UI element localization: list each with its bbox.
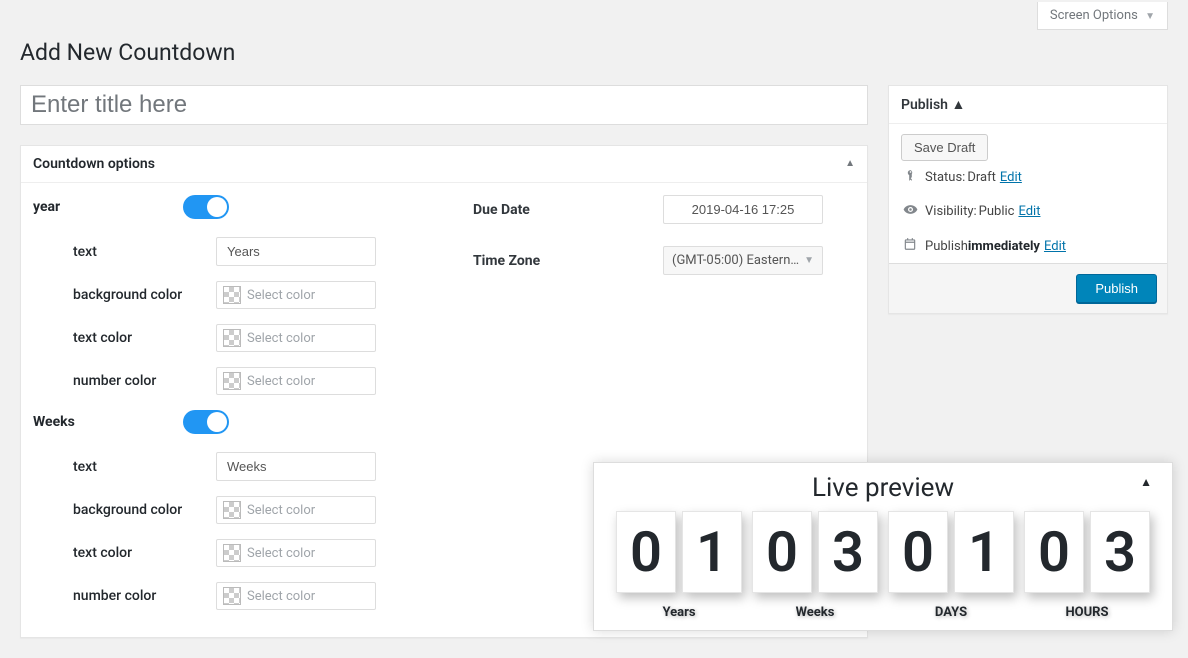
digit-card: 0 — [752, 511, 812, 593]
year-number-color-picker[interactable]: Select color — [216, 367, 376, 395]
checker-icon — [223, 286, 241, 304]
live-preview-panel: Live preview ▲ 0 1 Years 0 3 Weeks 0 1 D… — [593, 462, 1173, 631]
key-icon — [901, 169, 919, 186]
checker-icon — [223, 501, 241, 519]
weeks-nc-label: number color — [73, 588, 216, 604]
chevron-down-icon: ▼ — [804, 255, 814, 266]
page-title: Add New Countdown — [20, 30, 1168, 70]
timezone-value: (GMT-05:00) Eastern ... — [672, 253, 799, 268]
status-value: Draft — [967, 170, 996, 185]
visibility-prefix: Visibility: — [925, 204, 977, 219]
publish-panel-title: Publish — [901, 97, 948, 113]
digit-card: 1 — [682, 511, 742, 593]
checker-icon — [223, 372, 241, 390]
live-preview-title: Live preview — [812, 473, 954, 503]
placeholder-text: Select color — [247, 546, 315, 561]
save-draft-button[interactable]: Save Draft — [901, 134, 988, 161]
panel-header[interactable]: Countdown options ▲ — [21, 146, 867, 183]
digit-card: 0 — [888, 511, 948, 593]
calendar-icon — [901, 237, 919, 255]
weeks-bg-label: background color — [73, 502, 216, 518]
year-tc-label: text color — [73, 330, 216, 346]
digit-card: 3 — [818, 511, 878, 593]
chevron-up-icon: ▲ — [951, 97, 965, 113]
placeholder-text: Select color — [247, 288, 315, 303]
due-date-input[interactable] — [663, 195, 823, 224]
placeholder-text: Select color — [247, 374, 315, 389]
screen-options-tab[interactable]: Screen Options ▼ — [1037, 2, 1168, 30]
digit-card: 1 — [954, 511, 1014, 593]
year-bg-color-picker[interactable]: Select color — [216, 281, 376, 309]
group-label: HOURS — [1065, 605, 1108, 620]
edit-schedule-link[interactable]: Edit — [1044, 239, 1066, 254]
visibility-value: Public — [979, 204, 1015, 219]
checker-icon — [223, 544, 241, 562]
collapse-preview-button[interactable]: ▲ — [1140, 475, 1152, 489]
schedule-prefix: Publish — [925, 239, 968, 254]
chevron-up-icon: ▲ — [845, 158, 855, 169]
year-nc-label: number color — [73, 373, 216, 389]
group-label: DAYS — [935, 605, 967, 620]
weeks-toggle[interactable] — [183, 410, 229, 434]
weeks-tc-label: text color — [73, 545, 216, 561]
group-label: Years — [662, 605, 695, 620]
schedule-value: immediately — [968, 239, 1040, 254]
weeks-number-color-picker[interactable]: Select color — [216, 582, 376, 610]
timezone-label: Time Zone — [473, 253, 663, 269]
edit-visibility-link[interactable]: Edit — [1018, 204, 1040, 219]
weeks-text-label: text — [73, 459, 216, 475]
screen-options-label: Screen Options — [1050, 8, 1138, 23]
year-bg-label: background color — [73, 287, 216, 303]
year-toggle[interactable] — [183, 195, 229, 219]
publish-panel-header[interactable]: Publish ▲ — [889, 86, 1167, 124]
checker-icon — [223, 587, 241, 605]
placeholder-text: Select color — [247, 503, 315, 518]
group-label: Weeks — [796, 605, 835, 620]
digit-card: 3 — [1090, 511, 1150, 593]
due-date-label: Due Date — [473, 202, 663, 218]
timezone-select[interactable]: (GMT-05:00) Eastern ... ▼ — [663, 246, 823, 275]
panel-title-text: Countdown options — [33, 156, 155, 172]
year-text-color-picker[interactable]: Select color — [216, 324, 376, 352]
year-toggle-label: year — [33, 199, 183, 215]
chevron-down-icon: ▼ — [1145, 11, 1155, 22]
weeks-text-color-picker[interactable]: Select color — [216, 539, 376, 567]
year-text-label: text — [73, 244, 216, 260]
weeks-text-input[interactable] — [216, 452, 376, 481]
edit-status-link[interactable]: Edit — [1000, 170, 1022, 185]
weeks-bg-color-picker[interactable]: Select color — [216, 496, 376, 524]
placeholder-text: Select color — [247, 589, 315, 604]
status-prefix: Status: — [925, 170, 965, 185]
publish-button[interactable]: Publish — [1076, 274, 1157, 303]
publish-panel: Publish ▲ Save Draft Status: Draft Edit — [888, 85, 1168, 314]
digit-card: 0 — [616, 511, 676, 593]
title-input[interactable] — [20, 85, 868, 125]
placeholder-text: Select color — [247, 331, 315, 346]
weeks-toggle-label: Weeks — [33, 414, 183, 430]
eye-icon — [901, 202, 919, 221]
checker-icon — [223, 329, 241, 347]
year-text-input[interactable] — [216, 237, 376, 266]
digit-card: 0 — [1024, 511, 1084, 593]
